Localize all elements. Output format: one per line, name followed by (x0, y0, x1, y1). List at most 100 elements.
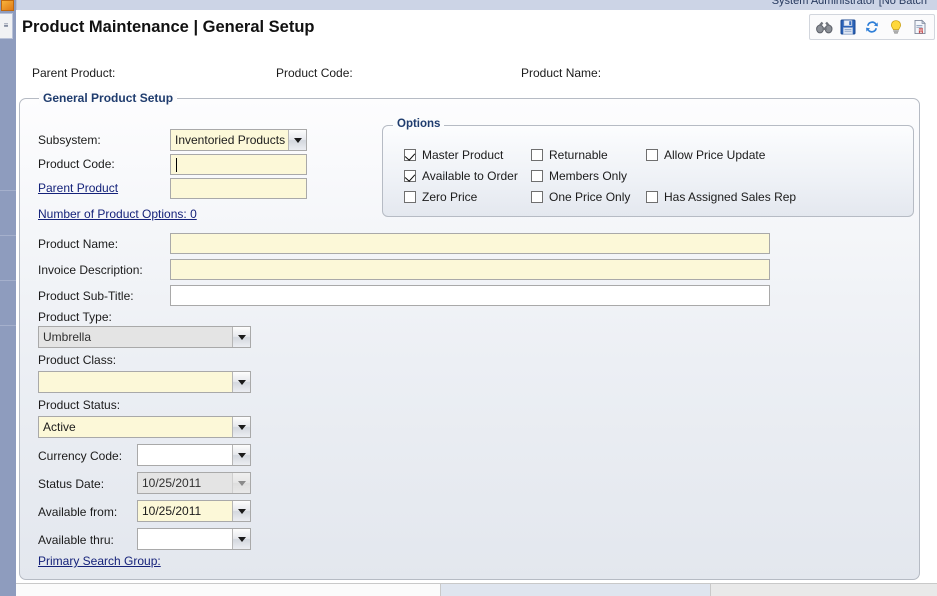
summary-product-name-label: Product Name: (521, 66, 602, 80)
options-legend: Options (393, 118, 445, 130)
status-date-value: 10/25/2011 (142, 476, 202, 490)
checkbox-icon[interactable] (531, 191, 543, 203)
page-title: Product Maintenance | General Setup (22, 18, 315, 36)
save-icon[interactable] (836, 16, 860, 38)
product-summary-row: Parent Product: Product Code: Product Na… (16, 60, 937, 88)
available-from-label: Available from: (38, 505, 118, 519)
option-has-assigned-sales-rep[interactable]: Has Assigned Sales Rep (646, 190, 796, 204)
invoice-description-label: Invoice Description: (38, 263, 143, 277)
option-zero-price[interactable]: Zero Price (404, 190, 477, 204)
app-logo-icon (1, 0, 14, 11)
product-class-select[interactable] (38, 371, 251, 393)
summary-product-code-label: Product Code: (276, 66, 353, 80)
product-type-select[interactable]: Umbrella (38, 326, 251, 348)
parent-product-link[interactable]: Parent Product (38, 181, 118, 195)
general-product-setup-panel: General Product Setup Subsystem: Invento… (19, 91, 920, 580)
rail-divider (0, 280, 16, 281)
chevron-down-icon[interactable] (232, 501, 250, 521)
checkbox-icon[interactable] (646, 191, 658, 203)
window-top-strip: System Administrator [No Batch (0, 0, 937, 10)
rail-divider (0, 235, 16, 236)
lightbulb-icon[interactable] (884, 16, 908, 38)
primary-search-group-link[interactable]: Primary Search Group: (38, 554, 161, 568)
status-bar-rail (0, 583, 16, 596)
option-label: Available to Order (422, 169, 518, 183)
binoculars-icon[interactable] (812, 16, 836, 38)
status-date-picker: 10/25/2011 (137, 472, 251, 494)
refresh-icon[interactable] (860, 16, 884, 38)
text-caret (176, 158, 177, 172)
product-subtitle-label: Product Sub-Title: (38, 289, 134, 303)
chevron-down-icon[interactable] (232, 327, 250, 347)
subsystem-label: Subsystem: (38, 133, 101, 147)
checkbox-icon[interactable] (531, 149, 543, 161)
option-label: Allow Price Update (664, 148, 766, 162)
product-code-label: Product Code: (38, 157, 115, 171)
status-cell-info (711, 584, 937, 596)
chevron-down-icon[interactable] (288, 130, 306, 150)
product-code-input[interactable] (170, 154, 307, 175)
chevron-down-icon[interactable] (232, 372, 250, 392)
chevron-down-icon[interactable] (232, 445, 250, 465)
checkbox-icon[interactable] (404, 170, 416, 182)
session-status-text: System Administrator [No Batch (771, 0, 927, 7)
report-icon[interactable]: A (908, 16, 932, 38)
product-type-label: Product Type: (38, 310, 112, 324)
product-name-input[interactable] (170, 233, 770, 254)
rail-collapse-tab[interactable]: ≡ (0, 13, 13, 39)
product-status-select[interactable]: Active (38, 416, 251, 438)
product-status-select-value: Active (43, 420, 76, 434)
number-of-product-options-link[interactable]: Number of Product Options: 0 (38, 207, 197, 221)
product-class-label: Product Class: (38, 353, 117, 367)
general-product-setup-legend: General Product Setup (39, 91, 178, 105)
currency-code-select-value (138, 445, 232, 465)
invoice-description-input[interactable] (170, 259, 770, 280)
status-date-label: Status Date: (38, 477, 105, 491)
option-label: Master Product (422, 148, 504, 162)
chevron-down-icon[interactable] (232, 417, 250, 437)
available-thru-label: Available thru: (38, 533, 114, 547)
option-available-to-order[interactable]: Available to Order (404, 169, 518, 183)
available-thru-picker[interactable] (137, 528, 251, 550)
checkbox-icon[interactable] (531, 170, 543, 182)
available-from-value: 10/25/2011 (142, 504, 202, 518)
rail-divider (0, 325, 16, 326)
option-returnable[interactable]: Returnable (531, 148, 608, 162)
header-toolbar: A (809, 14, 935, 40)
parent-product-input[interactable] (170, 178, 307, 199)
options-panel: Options Master Product Available to Orde… (382, 118, 914, 217)
option-label: Members Only (549, 169, 628, 183)
product-name-label: Product Name: (38, 237, 119, 251)
status-cell-message (16, 584, 441, 596)
available-from-picker[interactable]: 10/25/2011 (137, 500, 251, 522)
option-members-only[interactable]: Members Only (531, 169, 627, 183)
currency-code-label: Currency Code: (38, 449, 123, 463)
application-window: System Administrator [No Batch ≡ Product… (0, 0, 937, 596)
currency-code-select[interactable] (137, 444, 251, 466)
option-label: Returnable (549, 148, 608, 162)
status-bar (0, 583, 937, 596)
chevron-down-icon (232, 473, 250, 493)
option-label: Zero Price (422, 190, 478, 204)
available-thru-value (138, 529, 232, 549)
left-navigation-rail[interactable]: ≡ (0, 0, 17, 583)
content-page: Product Maintenance | General Setup A Pa… (16, 10, 937, 583)
product-type-select-value: Umbrella (43, 330, 92, 344)
option-label: One Price Only (549, 190, 631, 204)
product-class-select-value (39, 372, 232, 392)
checkbox-icon[interactable] (646, 149, 658, 161)
option-master-product[interactable]: Master Product (404, 148, 503, 162)
summary-parent-product-label: Parent Product: (32, 66, 116, 80)
option-one-price-only[interactable]: One Price Only (531, 190, 630, 204)
subsystem-select[interactable]: Inventoried Products S (170, 129, 307, 151)
page-header: Product Maintenance | General Setup A (16, 10, 937, 46)
checkbox-icon[interactable] (404, 191, 416, 203)
chevron-down-icon[interactable] (232, 529, 250, 549)
product-subtitle-input[interactable] (170, 285, 770, 306)
option-allow-price-update[interactable]: Allow Price Update (646, 148, 765, 162)
subsystem-select-value: Inventoried Products S (175, 133, 288, 147)
checkbox-icon[interactable] (404, 149, 416, 161)
product-status-label: Product Status: (38, 398, 121, 412)
status-cell-progress (441, 584, 711, 596)
option-label: Has Assigned Sales Rep (664, 190, 797, 204)
